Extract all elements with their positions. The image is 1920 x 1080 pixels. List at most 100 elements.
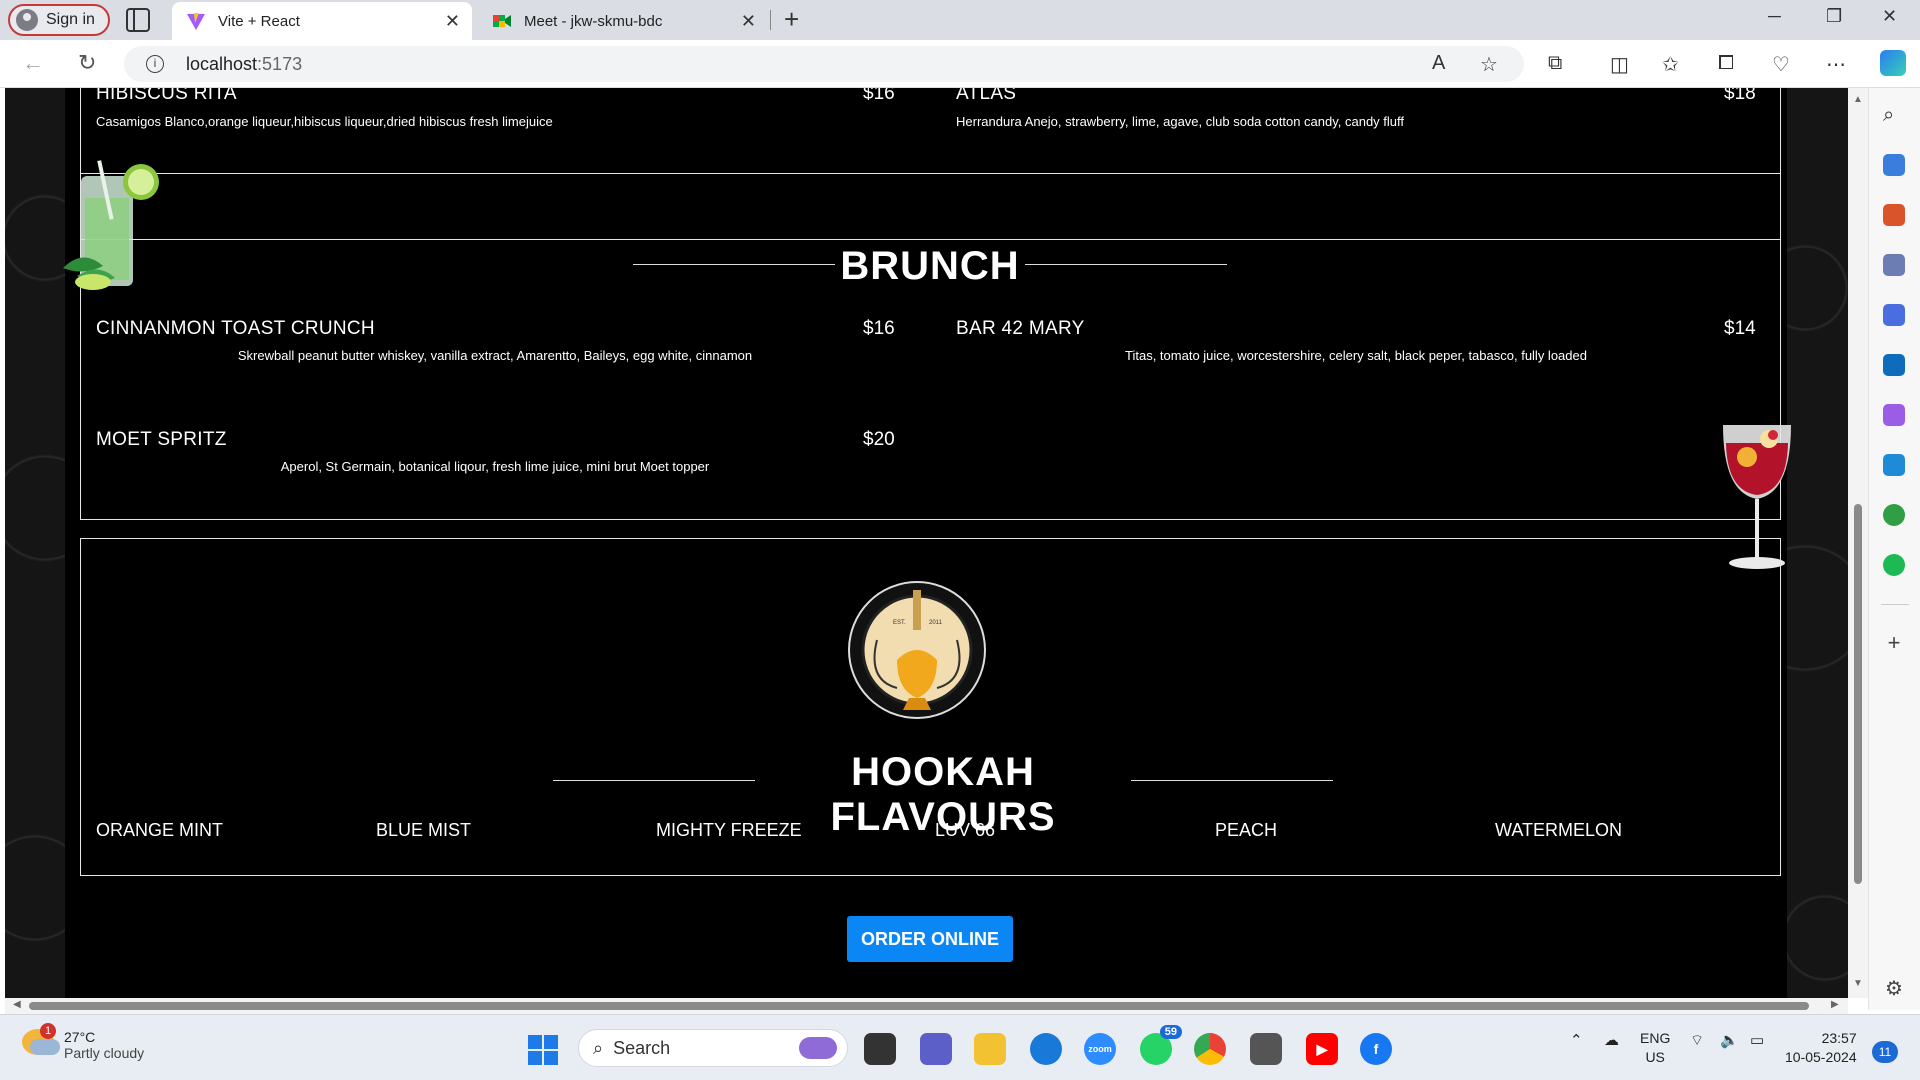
back-icon[interactable]: ←: [22, 50, 44, 76]
clock[interactable]: 23:57 10-05-2024: [1785, 1029, 1857, 1067]
item-name: BAR 42 MARY: [956, 318, 1085, 339]
copilot-icon[interactable]: [1880, 50, 1906, 76]
weather-desc: Partly cloudy: [64, 1045, 145, 1061]
item-name: HIBISCUS RITA: [96, 88, 237, 104]
youtube-icon[interactable]: ▶: [1306, 1033, 1338, 1065]
chrome-icon[interactable]: [1194, 1033, 1226, 1065]
extensions-icon[interactable]: ⧉: [1548, 52, 1562, 75]
search-icon: ⌕: [593, 1037, 604, 1058]
title-rule-left: [633, 264, 835, 265]
collections-icon[interactable]: ⧠: [1718, 52, 1734, 75]
scroll-left-icon[interactable]: ◀: [13, 999, 21, 1010]
item-price: $16: [863, 88, 895, 104]
teams-icon[interactable]: [920, 1033, 952, 1065]
file-explorer-icon[interactable]: [974, 1033, 1006, 1065]
copilot-sidebar-icon[interactable]: [1883, 304, 1905, 326]
address-bar: ← ↻ i localhost:5173 A ☆ ⧉ ◫ ✩ ⧠ ♡ ⋯: [0, 40, 1920, 88]
flavour-item: PEACH: [1215, 820, 1278, 840]
item-description: Aperol, St Germain, botanical liqour, fr…: [280, 459, 710, 474]
chevron-up-icon[interactable]: ⌃: [1570, 1031, 1583, 1049]
minimize-icon[interactable]: ─: [1768, 6, 1781, 27]
more-icon[interactable]: ⋯: [1826, 52, 1846, 77]
task-view-icon[interactable]: [864, 1033, 896, 1065]
site-info-icon[interactable]: i: [146, 55, 164, 73]
scrollbar-thumb[interactable]: [1854, 504, 1862, 884]
start-button[interactable]: [528, 1035, 558, 1065]
camera-icon[interactable]: [1250, 1033, 1282, 1065]
flavour-item: MIGHTY FREEZE: [656, 820, 802, 840]
read-aloud-icon[interactable]: A: [1432, 52, 1445, 75]
edge-sidebar: ⌕ + ⚙: [1868, 88, 1920, 1010]
onedrive-icon[interactable]: ☁: [1604, 1031, 1619, 1049]
scroll-down-icon[interactable]: ▼: [1853, 978, 1863, 989]
favorite-star-icon[interactable]: ☆: [1480, 52, 1498, 77]
telegram-icon[interactable]: [1883, 454, 1905, 476]
search-icon[interactable]: ⌕: [1883, 104, 1905, 126]
weather-widget[interactable]: 1 27°C Partly cloudy: [22, 1023, 145, 1061]
reload-icon[interactable]: ↻: [78, 50, 96, 76]
restore-icon[interactable]: ❐: [1826, 6, 1842, 27]
lang-bottom: US: [1645, 1049, 1665, 1065]
close-icon[interactable]: ✕: [741, 11, 756, 32]
spotify-icon[interactable]: [1883, 554, 1905, 576]
title-rule-right: [1131, 780, 1333, 781]
designer-icon[interactable]: [1883, 404, 1905, 426]
taskbar-search[interactable]: ⌕ Search: [578, 1029, 848, 1067]
battery-icon[interactable]: ▭: [1750, 1031, 1764, 1049]
tab-title: Meet - jkw-skmu-bdc: [524, 12, 663, 30]
close-icon[interactable]: ✕: [445, 11, 460, 32]
outlook-icon[interactable]: [1883, 354, 1905, 376]
url-input[interactable]: i localhost:5173: [124, 46, 1524, 82]
favorites-icon[interactable]: ✩: [1662, 52, 1679, 77]
item-price: $16: [863, 318, 895, 339]
edge-icon[interactable]: [1030, 1033, 1062, 1065]
zoom-icon[interactable]: zoom: [1084, 1033, 1116, 1065]
title-rule-right: [1025, 264, 1227, 265]
wifi-icon[interactable]: ⌔: [1690, 1031, 1704, 1050]
menu-page: HIBISCUS RITA $16 Casamigos Blanco,orang…: [63, 88, 1791, 998]
logo-year-text: 2011: [929, 620, 943, 626]
scroll-right-icon[interactable]: ▶: [1831, 999, 1839, 1010]
language-indicator[interactable]: ENG US: [1640, 1029, 1670, 1067]
logo-est-text: EST.: [893, 620, 906, 626]
hookah-lounge-logo: EST. 2011: [848, 581, 986, 719]
sign-in-button[interactable]: Sign in: [8, 4, 110, 36]
url-port: :5173: [257, 53, 303, 74]
add-icon[interactable]: +: [1883, 632, 1905, 654]
flavour-item: LUV 66: [935, 820, 996, 840]
flavour-item: WATERMELON: [1495, 820, 1623, 840]
shopping-tag-icon[interactable]: [1883, 154, 1905, 176]
item-description: Skrewball peanut butter whiskey, vanilla…: [237, 348, 753, 363]
flavour-item: BLUE MIST: [376, 820, 472, 840]
tree-icon[interactable]: [1883, 504, 1905, 526]
item-name: ATLAS: [956, 88, 1017, 104]
facebook-icon[interactable]: f: [1360, 1033, 1392, 1065]
tab-divider: [770, 10, 771, 30]
sidebar-divider: [1881, 604, 1909, 605]
scroll-up-icon[interactable]: ▲: [1853, 94, 1863, 105]
scrollbar-thumb[interactable]: [29, 1002, 1809, 1010]
games-icon[interactable]: [1883, 254, 1905, 276]
split-screen-icon[interactable]: ◫: [1610, 52, 1629, 77]
volume-muted-icon[interactable]: 🔈: [1720, 1031, 1739, 1049]
new-tab-icon[interactable]: +: [784, 4, 799, 35]
tab-actions-icon[interactable]: [126, 8, 150, 32]
profile-icon: [16, 9, 38, 31]
search-label: Search: [613, 1037, 671, 1058]
vertical-scrollbar[interactable]: ▲ ▼: [1848, 88, 1868, 998]
tab-meet[interactable]: Meet - jkw-skmu-bdc ✕: [478, 2, 768, 40]
brunch-title: BRUNCH: [840, 244, 1020, 288]
whatsapp-icon[interactable]: 59: [1140, 1025, 1182, 1065]
meet-icon: [492, 11, 512, 31]
partly-cloudy-icon: 1: [22, 1023, 60, 1055]
order-online-button[interactable]: ORDER ONLINE: [847, 916, 1013, 962]
item-name: MOET SPRITZ: [96, 429, 227, 450]
window-close-icon[interactable]: ✕: [1882, 6, 1897, 27]
horizontal-scrollbar[interactable]: ◀ ▶: [5, 998, 1848, 1014]
performance-icon[interactable]: ♡: [1772, 52, 1790, 77]
item-price: $20: [863, 429, 895, 450]
toolbox-icon[interactable]: [1883, 204, 1905, 226]
settings-icon[interactable]: ⚙: [1883, 978, 1905, 1000]
notification-count[interactable]: 11: [1872, 1041, 1898, 1063]
tab-vite-react[interactable]: Vite + React ✕: [172, 2, 472, 40]
